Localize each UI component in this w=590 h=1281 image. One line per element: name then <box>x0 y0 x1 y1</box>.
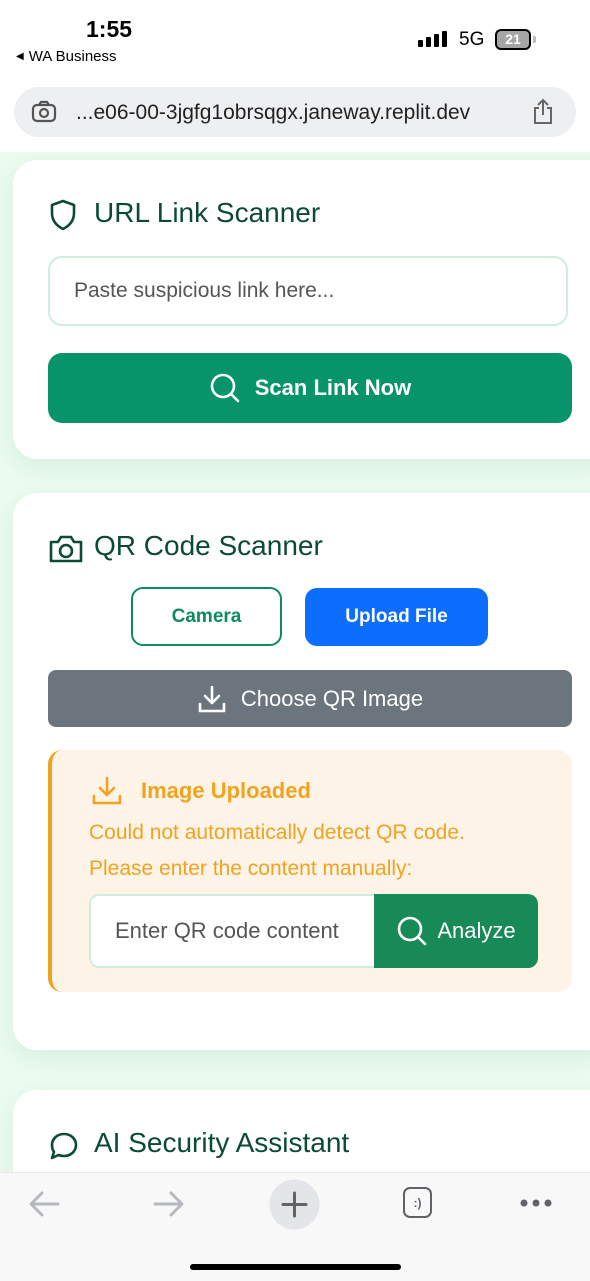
tabs-glyph: :) <box>413 1195 422 1210</box>
camera-icon <box>49 535 83 563</box>
search-icon <box>398 916 427 946</box>
download-icon <box>92 776 122 805</box>
browser-bottom-bar: :) <box>0 1172 590 1281</box>
qr-scanner-card: QR Code Scanner Camera Upload File Choos… <box>13 493 590 1050</box>
back-app-label: WA Business <box>28 48 117 65</box>
page-settings-icon[interactable] <box>31 100 57 124</box>
link-input[interactable] <box>48 256 568 326</box>
url-scanner-title: URL Link Scanner <box>94 197 321 228</box>
battery-level: 21 <box>497 31 529 48</box>
url-text[interactable]: ...e06-00-3jgfg1obrsqgx.janeway.replit.d… <box>76 101 470 125</box>
chat-bubble-icon <box>50 1132 78 1160</box>
analyze-button[interactable]: Analyze <box>374 894 538 968</box>
status-bar: 1:55 ◀ WA Business 5G 21 <box>0 0 590 82</box>
ai-assistant-title: AI Security Assistant <box>94 1127 350 1158</box>
qr-scanner-title: QR Code Scanner <box>94 530 323 561</box>
address-bar[interactable]: ...e06-00-3jgfg1obrsqgx.janeway.replit.d… <box>14 87 576 137</box>
tabs-overview-icon[interactable]: :) <box>403 1187 432 1218</box>
forward-arrow-icon[interactable] <box>149 1186 189 1222</box>
share-icon[interactable] <box>530 98 556 126</box>
alert-message: Could not automatically detect QR code. … <box>89 815 465 886</box>
more-menu-icon[interactable] <box>518 1197 554 1209</box>
qr-content-input[interactable] <box>89 894 374 968</box>
analyze-label: Analyze <box>437 918 516 943</box>
clock: 1:55 <box>86 16 133 42</box>
back-arrow-icon[interactable] <box>24 1186 64 1222</box>
alert-message-line-1: Could not automatically detect QR code. <box>89 821 465 844</box>
scan-link-label: Scan Link Now <box>254 375 412 400</box>
signal-strength-icon <box>418 31 447 47</box>
download-icon <box>198 685 226 712</box>
home-indicator <box>190 1264 401 1270</box>
new-tab-plus-icon[interactable] <box>269 1179 320 1230</box>
choose-qr-image-button[interactable]: Choose QR Image <box>48 670 572 727</box>
back-triangle-icon: ◀ <box>16 51 24 62</box>
tab-camera[interactable]: Camera <box>131 587 282 646</box>
tab-upload-file[interactable]: Upload File <box>305 588 488 646</box>
back-to-app-link[interactable]: ◀ WA Business <box>16 48 117 65</box>
alert-title: Image Uploaded <box>141 778 311 803</box>
search-icon <box>210 373 240 403</box>
upload-alert: Image Uploaded Could not automatically d… <box>48 750 572 992</box>
choose-qr-image-label: Choose QR Image <box>240 685 424 711</box>
browser-toolbar: ...e06-00-3jgfg1obrsqgx.janeway.replit.d… <box>0 82 590 152</box>
url-scanner-card: URL Link Scanner Scan Link Now <box>13 160 590 459</box>
network-type: 5G <box>459 29 485 50</box>
battery-icon: 21 <box>495 29 536 50</box>
alert-message-line-2: Please enter the content manually: <box>89 856 413 880</box>
shield-icon <box>50 199 76 231</box>
scan-link-button[interactable]: Scan Link Now <box>48 353 572 423</box>
